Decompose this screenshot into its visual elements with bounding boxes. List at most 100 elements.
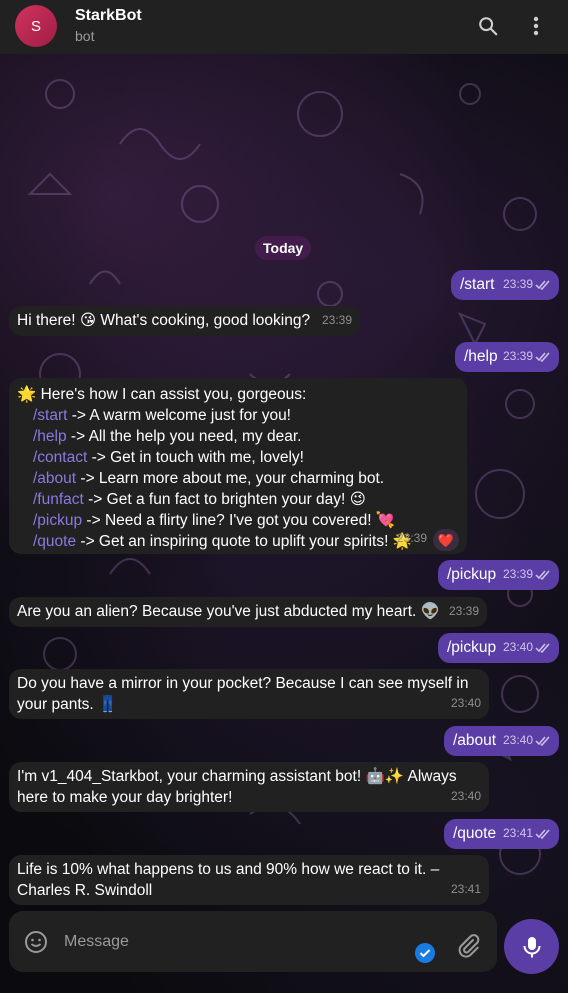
reaction-heart-icon: ❤️	[437, 532, 455, 548]
message-meta: 23:40	[451, 786, 481, 807]
outgoing-message[interactable]: /pickup 23:39	[438, 560, 559, 590]
message-time: 23:39	[502, 567, 533, 581]
command-item: /pickup -> Need a flirty line? I've got …	[33, 510, 459, 531]
message-meta: 23:39	[322, 310, 352, 331]
command-desc: -> Get an inspiring quote to uplift your…	[76, 533, 413, 550]
message-meta: 23:39	[397, 528, 427, 549]
avatar[interactable]: S	[15, 5, 57, 47]
message-text: /pickup	[447, 639, 497, 656]
command-link-quote[interactable]: /quote	[33, 533, 76, 550]
help-intro: 🌟 Here's how I can assist you, gorgeous:	[17, 386, 307, 403]
search-button[interactable]	[474, 12, 502, 40]
chat-title[interactable]: StarkBot	[75, 7, 142, 25]
double-check-icon	[535, 570, 550, 580]
search-icon	[479, 17, 498, 36]
command-desc: -> Need a flirty line? I've got you cove…	[82, 512, 396, 529]
more-menu-button[interactable]	[522, 12, 550, 40]
message-text: Are you an alien? Because you've just ab…	[17, 603, 440, 620]
message-input[interactable]: Message	[64, 933, 129, 951]
command-desc: -> Get a fun fact to brighten your day! …	[83, 491, 366, 508]
chat-subtitle: bot	[75, 28, 95, 44]
message-meta: 23:39	[449, 601, 479, 622]
message-meta: 23:39	[503, 564, 551, 585]
message-time: 23:39	[396, 531, 427, 545]
incoming-message[interactable]: Do you have a mirror in your pocket? Bec…	[9, 669, 489, 719]
message-text-line: Do you have a mirror in your pocket? Bec…	[17, 675, 469, 692]
message-time: 23:40	[450, 696, 481, 710]
double-check-icon	[535, 829, 550, 839]
message-time: 23:41	[502, 826, 533, 840]
message-meta: 23:39	[503, 346, 551, 367]
message-text: /start	[460, 276, 495, 293]
double-check-icon	[535, 280, 550, 290]
message-meta: 23:40	[451, 693, 481, 714]
message-time: 23:41	[450, 882, 481, 896]
message-text-line: Charles R. Swindoll	[17, 882, 153, 899]
emoji-icon	[25, 931, 47, 953]
double-check-icon	[535, 736, 550, 746]
message-meta: 23:41	[503, 823, 551, 844]
outgoing-message[interactable]: /start 23:39	[451, 270, 559, 300]
message-text: /about	[453, 732, 497, 749]
outgoing-message[interactable]: /quote 23:41	[444, 819, 559, 849]
command-link-contact[interactable]: /contact	[33, 449, 87, 466]
command-desc: -> Learn more about me, your charming bo…	[76, 470, 385, 487]
message-text: /quote	[453, 825, 497, 842]
checkmark-badge	[414, 942, 436, 969]
message-time: 23:39	[321, 313, 352, 327]
command-item: /contact -> Get in touch with me, lovely…	[33, 447, 459, 468]
outgoing-message[interactable]: /about 23:40	[444, 726, 559, 756]
double-check-icon	[535, 643, 550, 653]
double-check-icon	[535, 352, 550, 362]
command-link-about[interactable]: /about	[33, 470, 76, 487]
more-vert-icon	[533, 16, 539, 36]
message-text: /pickup	[447, 566, 497, 583]
message-meta: 23:40	[503, 637, 551, 658]
message-time: 23:39	[502, 277, 533, 291]
outgoing-message[interactable]: /help 23:39	[455, 342, 559, 372]
outgoing-message[interactable]: /pickup 23:40	[438, 633, 559, 663]
message-text-line: I'm v1_404_Starkbot, your charming assis…	[17, 768, 457, 785]
command-item: /funfact -> Get a fun fact to brighten y…	[33, 489, 459, 510]
command-desc: -> A warm welcome just for you!	[67, 407, 291, 424]
message-time: 23:39	[448, 604, 479, 618]
command-item: /help -> All the help you need, my dear.	[33, 426, 459, 447]
command-item: /about -> Learn more about me, your char…	[33, 468, 459, 489]
command-link-start[interactable]: /start	[33, 407, 67, 424]
message-list[interactable]: Today /start 23:39 Hi there! 😘 What's co…	[0, 54, 568, 993]
message-meta: 23:39	[503, 274, 551, 295]
command-item: /quote -> Get an inspiring quote to upli…	[33, 531, 459, 552]
command-item: /start -> A warm welcome just for you!	[33, 405, 459, 426]
message-time: 23:40	[502, 733, 533, 747]
checkmark-badge-icon	[415, 943, 435, 963]
incoming-message[interactable]: Are you an alien? Because you've just ab…	[9, 597, 487, 627]
command-link-funfact[interactable]: /funfact	[33, 491, 84, 508]
date-divider: Today	[255, 236, 312, 260]
incoming-message-help-list[interactable]: 🌟 Here's how I can assist you, gorgeous:…	[9, 378, 467, 554]
command-link-help[interactable]: /help	[33, 428, 67, 445]
message-meta: 23:40	[503, 730, 551, 751]
reaction-badge[interactable]: ❤️	[433, 529, 459, 551]
message-text-line: your pants. 👖	[17, 696, 118, 713]
message-time: 23:40	[502, 640, 533, 654]
emoji-button[interactable]	[24, 930, 48, 959]
mic-icon	[523, 936, 540, 957]
message-time: 23:40	[450, 789, 481, 803]
incoming-message[interactable]: Life is 10% what happens to us and 90% h…	[9, 855, 489, 905]
message-meta: 23:41	[451, 879, 481, 900]
message-time: 23:39	[502, 349, 533, 363]
chat-header: S StarkBot bot	[0, 0, 568, 54]
message-composer: Message	[9, 911, 497, 972]
voice-record-button[interactable]	[504, 919, 559, 974]
attach-icon	[458, 934, 480, 958]
command-desc: -> Get in touch with me, lovely!	[87, 449, 304, 466]
attach-button[interactable]	[457, 934, 481, 963]
message-text-line: Life is 10% what happens to us and 90% h…	[17, 861, 440, 878]
command-desc: -> All the help you need, my dear.	[66, 428, 302, 445]
incoming-message[interactable]: I'm v1_404_Starkbot, your charming assis…	[9, 762, 489, 812]
message-text: Hi there! 😘 What's cooking, good looking…	[17, 312, 311, 329]
incoming-message[interactable]: Hi there! 😘 What's cooking, good looking…	[9, 306, 360, 336]
message-text-line: here to make your day brighter!	[17, 789, 233, 806]
message-text: /help	[464, 348, 498, 365]
command-link-pickup[interactable]: /pickup	[33, 512, 82, 529]
